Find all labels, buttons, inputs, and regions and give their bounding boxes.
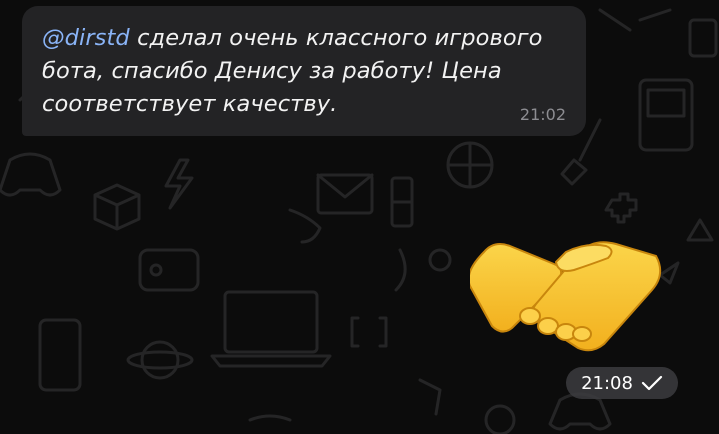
chat-view: @dirstd сделал очень классного игрового … <box>0 0 719 434</box>
message-text: @dirstd сделал очень классного игрового … <box>42 22 562 121</box>
incoming-message-bubble[interactable]: @dirstd сделал очень классного игрового … <box>22 6 586 136</box>
handshake-emoji-sticker[interactable] <box>470 222 670 352</box>
sticker-timestamp: 21:08 <box>581 372 633 394</box>
sticker-meta-pill: 21:08 <box>566 367 678 399</box>
message-timestamp: 21:02 <box>519 105 566 124</box>
sent-check-icon <box>641 375 663 391</box>
user-mention-link[interactable]: @dirstd <box>42 25 130 51</box>
